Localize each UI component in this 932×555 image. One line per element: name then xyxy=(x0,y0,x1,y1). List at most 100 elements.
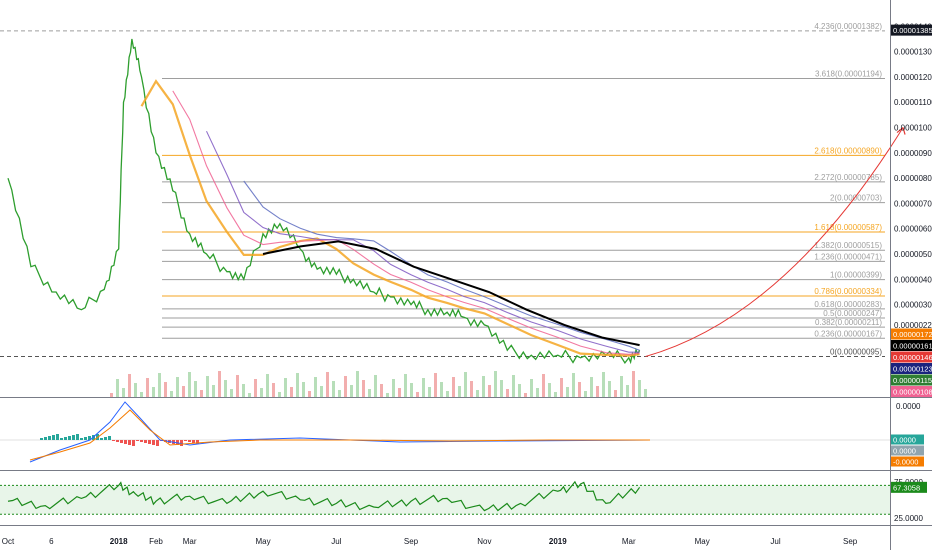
volume-bar xyxy=(434,373,437,397)
volume-bar xyxy=(278,392,281,397)
macd-histogram-bar xyxy=(116,440,119,442)
volume-bar xyxy=(116,379,119,397)
macd-histogram-bar xyxy=(132,440,135,446)
volume-bar xyxy=(410,383,413,397)
price-axis-tick-label: 0.00000900 xyxy=(894,149,932,158)
macd-histogram-bar xyxy=(56,434,59,440)
price-badge-label: 0.00000161 xyxy=(893,342,932,351)
x-axis-tick-label: Feb xyxy=(149,537,163,546)
volume-bar xyxy=(158,373,161,397)
volume-bar xyxy=(446,391,449,397)
volume-bar xyxy=(614,390,617,397)
macd-histogram-bar xyxy=(100,438,103,440)
volume-bar xyxy=(110,393,113,397)
x-axis-tick-label: Nov xyxy=(477,537,491,546)
volume-bar xyxy=(194,381,197,397)
price-axis-tick-label: 0.00001100 xyxy=(894,98,932,107)
fib-level-label: 1.382(0.00000515) xyxy=(814,241,882,250)
macd-histogram-bar xyxy=(104,437,107,440)
fib-level-label: 3.618(0.00001194) xyxy=(815,69,882,78)
volume-bar xyxy=(518,384,521,397)
volume-bar xyxy=(464,372,467,397)
x-axis-tick-label: 2018 xyxy=(110,537,128,546)
volume-bar xyxy=(380,384,383,397)
x-axis-tick-label: May xyxy=(255,537,270,546)
macd-histogram-bar xyxy=(156,440,159,446)
x-axis-tick-label: Sep xyxy=(404,537,419,546)
macd-histogram-bar xyxy=(72,435,75,440)
macd-histogram-bar xyxy=(124,440,127,444)
volume-bar xyxy=(218,371,221,397)
volume-bar xyxy=(458,386,461,397)
x-axis-tick-label: Jul xyxy=(331,537,341,546)
macd-histogram-bar xyxy=(144,440,147,443)
volume-bar xyxy=(152,387,155,397)
volume-bar xyxy=(182,386,185,397)
volume-bar xyxy=(260,388,263,397)
macd-histogram-bar xyxy=(44,437,47,440)
volume-bar xyxy=(428,387,431,397)
volume-bar xyxy=(530,379,533,397)
macd-histogram-bar xyxy=(140,440,143,442)
volume-bar xyxy=(404,374,407,397)
volume-bar xyxy=(506,389,509,397)
volume-bar xyxy=(176,377,179,397)
price-axis-tick-label: 0.00000600 xyxy=(894,225,932,234)
volume-bar xyxy=(320,386,323,397)
x-axis-tick-label: Mar xyxy=(183,537,197,546)
macd-histogram-bar xyxy=(48,436,51,440)
macd-histogram-bar xyxy=(112,440,115,441)
volume-bar xyxy=(626,385,629,397)
volume-bar xyxy=(500,380,503,397)
macd-histogram-bar xyxy=(192,440,195,443)
volume-bar xyxy=(470,381,473,397)
volume-bar xyxy=(590,377,593,397)
macd-histogram-bar xyxy=(84,437,87,440)
volume-bar xyxy=(140,392,143,397)
fib-level-label: 0.786(0.00000334) xyxy=(814,287,882,296)
volume-bar xyxy=(398,388,401,397)
volume-bar xyxy=(524,393,527,397)
volume-bar xyxy=(578,382,581,397)
macd-histogram-bar xyxy=(68,436,71,440)
rsi-band-fill xyxy=(0,485,890,515)
rsi-value-badge-label: 67.3058 xyxy=(893,483,920,492)
volume-bar xyxy=(350,385,353,397)
price-axis-tick-label: 0.00000800 xyxy=(894,174,932,183)
volume-bar xyxy=(596,386,599,397)
x-axis-tick-label: 6 xyxy=(49,537,54,546)
macd-axis-tick-label: 0.0000 xyxy=(896,402,921,411)
volume-bar xyxy=(284,378,287,397)
macd-histogram-bar xyxy=(76,434,79,440)
volume-bar xyxy=(128,374,131,397)
fib-level-label: 0.236(0.00000167) xyxy=(814,329,882,338)
macd-value-badge-label: 0.0000 xyxy=(893,436,916,445)
volume-bar xyxy=(224,380,227,397)
price-badge-label: 0.00000108 xyxy=(893,388,932,397)
fib-level-label: 0.618(0.00000283) xyxy=(814,300,882,309)
price-axis-tick-label: 0.00001300 xyxy=(894,48,932,57)
x-axis-tick-label: Jul xyxy=(770,537,780,546)
volume-bar xyxy=(242,384,245,397)
macd-histogram-bar xyxy=(120,440,123,443)
volume-bar xyxy=(164,382,167,397)
fib-level-label: 1.618(0.00000587) xyxy=(814,223,882,232)
macd-histogram-bar xyxy=(52,435,55,440)
price-badge-label: 0.00000146 xyxy=(893,353,932,362)
price-badge-label: 0.00000115 xyxy=(893,376,932,385)
volume-bar xyxy=(230,389,233,397)
volume-bar xyxy=(314,377,317,397)
volume-bar xyxy=(374,375,377,397)
volume-bar xyxy=(608,381,611,397)
x-axis-tick-label: Sep xyxy=(843,537,858,546)
volume-bar xyxy=(362,380,365,397)
x-axis-tick-label: Mar xyxy=(622,537,636,546)
volume-bar xyxy=(452,377,455,397)
volume-bar xyxy=(308,391,311,397)
fib-level-label: 0.382(0.00000211) xyxy=(815,318,882,327)
volume-bar xyxy=(254,379,257,397)
price-axis-tick-label: 0.00001200 xyxy=(894,73,932,82)
volume-bar xyxy=(482,376,485,397)
volume-bar xyxy=(620,376,623,397)
chart-svg: 4.236(0.00001382) 3.618(0.00001194) 2.618(… xyxy=(0,0,932,550)
